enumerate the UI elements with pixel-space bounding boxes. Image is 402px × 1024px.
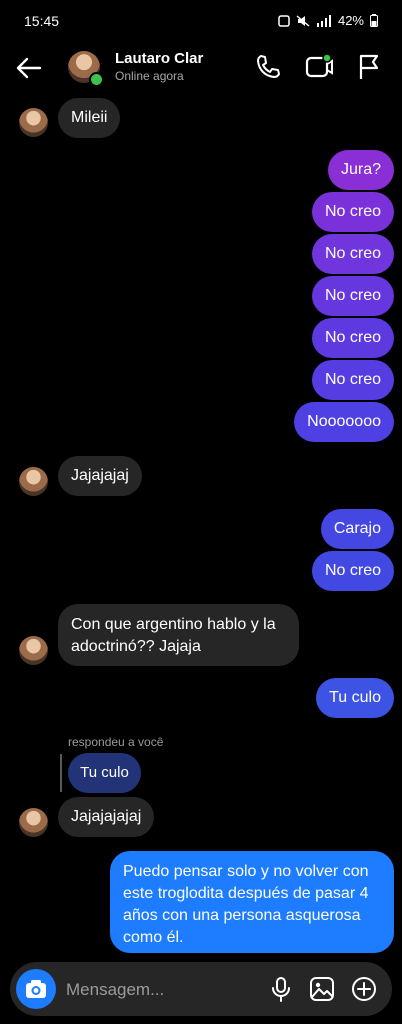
message-input[interactable] — [64, 976, 248, 1004]
image-icon[interactable] — [307, 974, 337, 1004]
outgoing-message[interactable]: Tu culo — [316, 678, 394, 718]
back-arrow-icon[interactable] — [14, 54, 44, 82]
online-indicator — [89, 72, 104, 87]
phone-icon[interactable] — [253, 52, 283, 82]
outgoing-message[interactable]: No creo — [311, 318, 394, 358]
plus-circle-icon[interactable] — [349, 974, 379, 1004]
microphone-icon[interactable] — [266, 974, 296, 1004]
incoming-message[interactable]: Mileii — [58, 98, 121, 138]
reply-quoted-message[interactable]: Tu culo — [68, 753, 141, 793]
mute-icon — [296, 14, 310, 27]
outgoing-message[interactable]: No creo — [311, 192, 394, 232]
sender-avatar[interactable] — [19, 808, 48, 837]
outgoing-message[interactable]: Nooooooo — [294, 402, 394, 442]
incoming-message[interactable]: Jajajajajaj — [58, 797, 155, 837]
sender-avatar[interactable] — [19, 636, 48, 665]
outgoing-message[interactable]: No creo — [311, 551, 394, 591]
video-icon[interactable] — [304, 52, 334, 82]
notification-icon — [278, 14, 290, 27]
camera-icon — [26, 980, 46, 998]
sender-avatar[interactable] — [19, 108, 48, 137]
incoming-message[interactable]: Con que argentino hablo y la adoctrinó??… — [58, 604, 299, 666]
incoming-message[interactable]: Jajajajaj — [58, 456, 142, 496]
status-icons: 42% — [278, 13, 378, 28]
outgoing-message[interactable]: Jura? — [327, 150, 394, 190]
status-bar: 15:45 42% — [0, 0, 402, 40]
camera-button[interactable] — [16, 969, 56, 1009]
message-composer — [10, 962, 392, 1016]
outgoing-message[interactable]: No creo — [311, 276, 394, 316]
chat-header: Lautaro Clar Online agora — [0, 40, 402, 96]
contact-status: Online agora — [115, 69, 184, 83]
status-time: 15:45 — [24, 13, 60, 29]
reply-bar — [60, 754, 62, 792]
sender-avatar[interactable] — [19, 467, 48, 496]
contact-name[interactable]: Lautaro Clar — [115, 50, 203, 67]
battery-percent: 42% — [337, 13, 364, 28]
reply-label: respondeu a você — [68, 735, 164, 749]
flag-icon[interactable] — [354, 52, 384, 82]
outgoing-message[interactable]: No creo — [311, 234, 394, 274]
battery-icon — [370, 14, 378, 27]
outgoing-message[interactable]: Carajo — [320, 509, 394, 549]
signal-icon — [316, 14, 331, 27]
outgoing-message[interactable]: No creo — [311, 360, 394, 400]
outgoing-message[interactable]: Puedo pensar solo y no volver con este t… — [110, 851, 394, 953]
